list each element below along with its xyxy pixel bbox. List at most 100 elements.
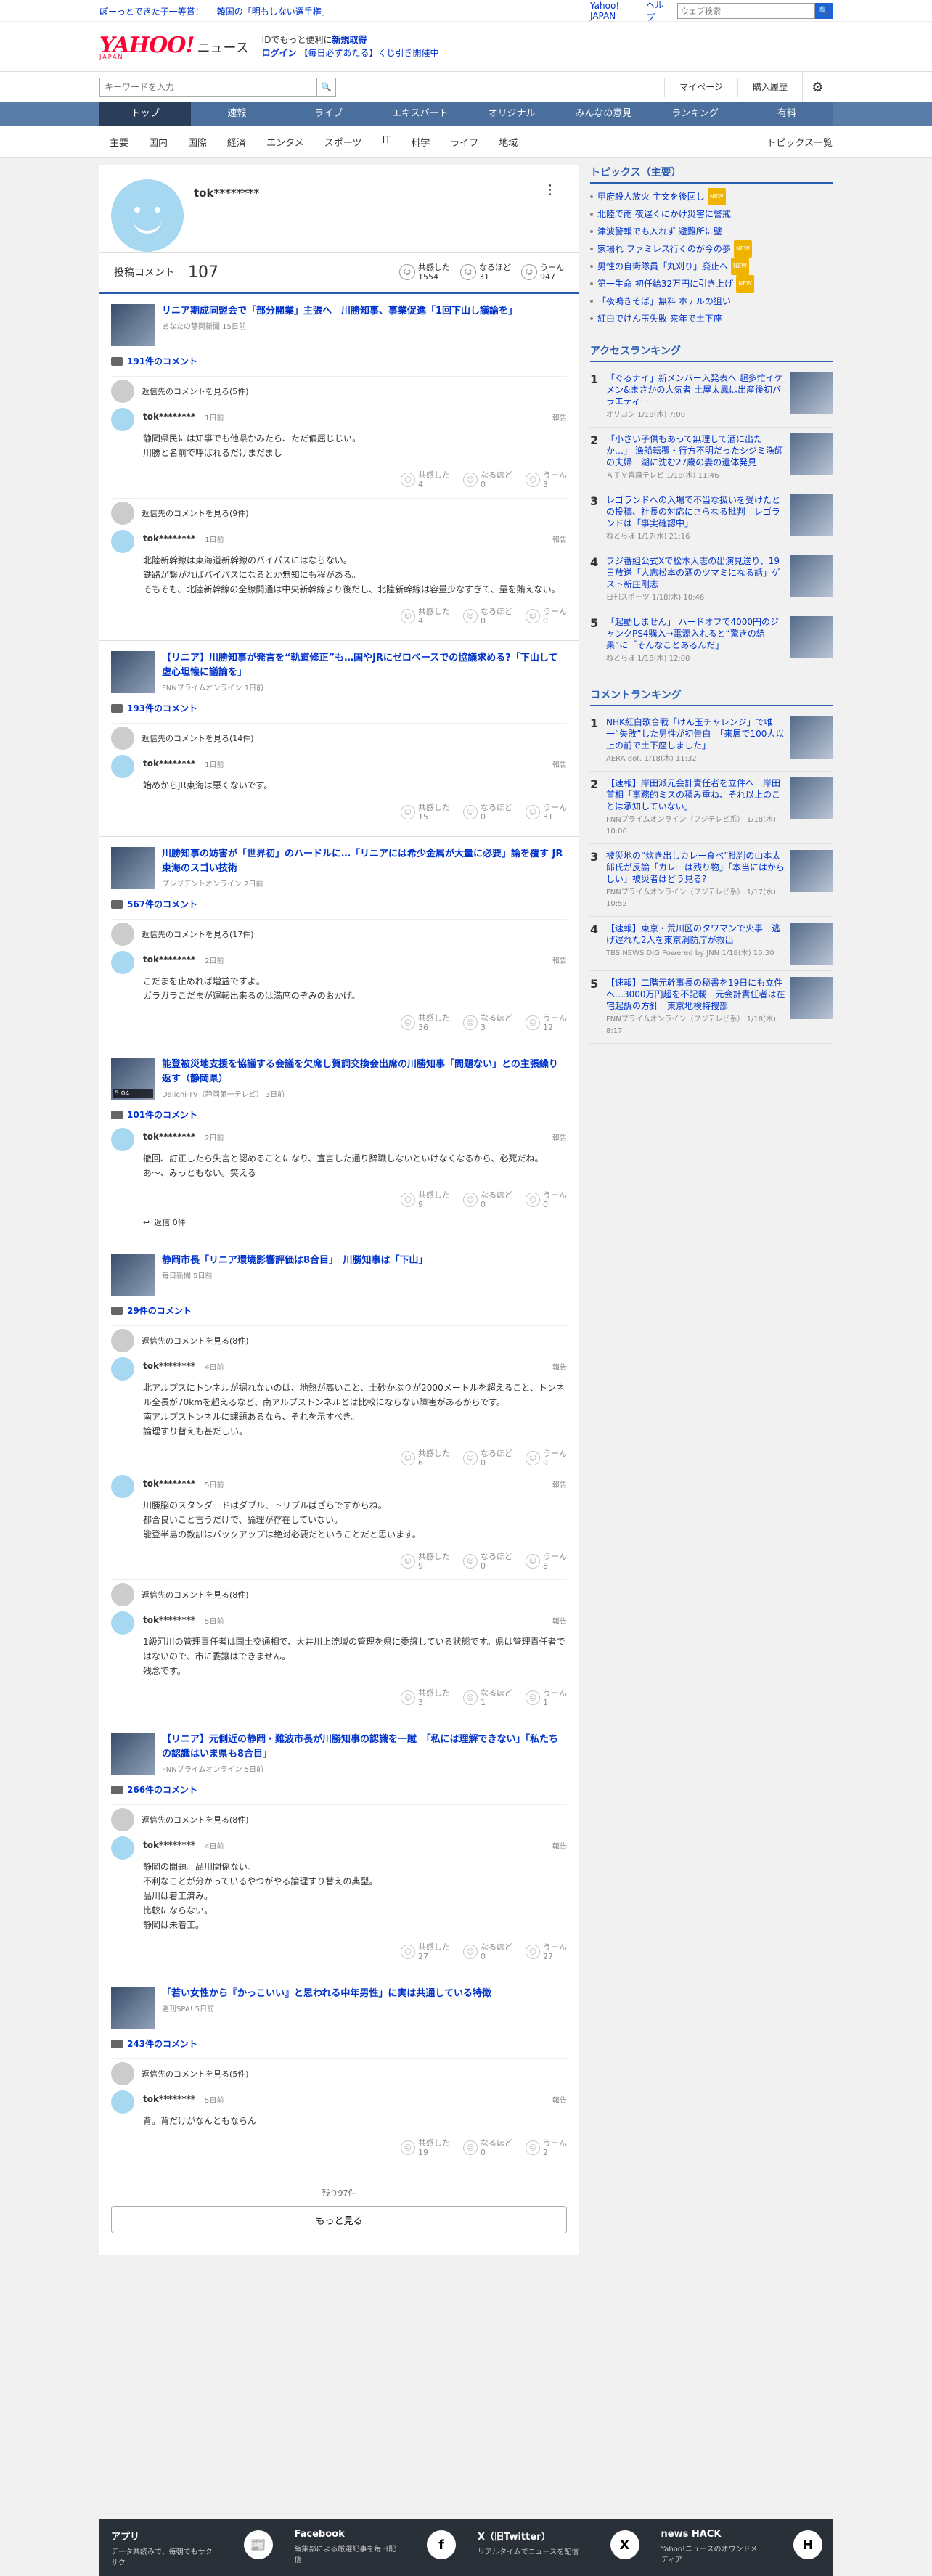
comment-author[interactable]: tok******** [143, 759, 195, 769]
sub-tab-4[interactable]: エンタメ [256, 135, 314, 149]
article-title[interactable]: 静岡市長「リニア環境影響評価は8合目」 川勝知事は「下山」 [162, 1254, 428, 1268]
search-icon[interactable]: 🔍 [317, 78, 336, 97]
tab-1[interactable]: 速報 [191, 102, 282, 126]
lottery-link[interactable]: 【毎日必ずあたる】くじ引き開催中 [300, 48, 439, 58]
comment-author[interactable]: tok******** [143, 1479, 195, 1489]
reaction-button[interactable]: ☺ うーん 31 [526, 803, 567, 822]
ranking-item[interactable]: 4 【速報】東京・荒川区のタワマンで火事 逃げ遅れた2人を東京消防庁が救出 TBS … [590, 917, 833, 971]
ranking-item[interactable]: 2 「小さい子供もあって無理して酒に出たか…」 漁船転覆・行方不明だったシジミ漁師… [590, 428, 833, 488]
view-parent-comment[interactable]: 返信先のコメントを見る(5件) [111, 376, 567, 403]
reaction-button[interactable]: ☺ 共感した 4 [401, 607, 450, 626]
article-title[interactable]: 「若い女性から『かっこいい』と思われる中年男性」に実は共通している特徴 [162, 1987, 491, 2001]
reaction-button[interactable]: ☺ なるほど 0 [463, 1449, 512, 1468]
reaction-button[interactable]: ☺ 共感した 6 [401, 1449, 450, 1468]
reaction-button[interactable]: ☺ なるほど 3 [463, 1013, 512, 1032]
signup-link[interactable]: 新規取得 [332, 35, 367, 45]
reaction-button[interactable]: ☺ なるほど 0 [463, 1190, 512, 1209]
comment-count-link[interactable]: 243件のコメント [111, 2037, 567, 2050]
sub-tab-0[interactable]: 主要 [99, 135, 139, 149]
sub-tab-9[interactable]: 地域 [489, 135, 528, 149]
tab-7[interactable]: 有料 [741, 102, 833, 126]
sub-tab-2[interactable]: 国際 [178, 135, 217, 149]
report-link[interactable]: 報告 [552, 2094, 567, 2105]
comment-author[interactable]: tok******** [143, 2094, 195, 2104]
reaction-button[interactable]: ☺ なるほど 0 [463, 607, 512, 626]
purchase-history-link[interactable]: 購入履歴 [737, 78, 802, 97]
topic-item[interactable]: 家場れ ファミレス行くのが今の夢 NEW [590, 240, 833, 258]
topic-item[interactable]: 第一生命 初任給32万円に引き上げ NEW [590, 275, 833, 293]
login-link[interactable]: ログイン [262, 48, 297, 58]
tab-3[interactable]: エキスパート [375, 102, 466, 126]
report-link[interactable]: 報告 [552, 1361, 567, 1372]
keyword-input[interactable] [99, 78, 317, 97]
topic-item[interactable]: 紅白でけん玉失敗 来年で土下座 [590, 310, 833, 327]
reaction-button[interactable]: ☺ なるほど 1 [463, 1688, 512, 1707]
comment-author[interactable]: tok******** [143, 1361, 195, 1371]
reaction-button[interactable]: ☺ うーん 0 [526, 607, 567, 626]
reaction-button[interactable]: ☺ 共感した 19 [401, 2138, 450, 2157]
reaction-button[interactable]: ☺ 共感した 15 [401, 803, 450, 822]
reaction-button[interactable]: ☺ なるほど 0 [463, 1942, 512, 1961]
footer-item[interactable]: news HACK Yahoo!ニュースのオウンドメディア H [650, 2519, 833, 2576]
help-link[interactable]: ヘルプ [646, 0, 667, 23]
yahoo-japan-link[interactable]: Yahoo! JAPAN [590, 1, 636, 21]
article-title[interactable]: 能登被災地支援を協議する会議を欠席し賀詞交換会出席の川勝知事「問題ない」との主張… [162, 1058, 567, 1087]
reaction-button[interactable]: ☺ なるほど 0 [463, 803, 512, 822]
article-thumbnail[interactable]: 5:04 [111, 1058, 155, 1100]
comment-author[interactable]: tok******** [143, 533, 195, 544]
reaction-button[interactable]: ☺ 共感した 4 [401, 470, 450, 489]
view-parent-comment[interactable]: 返信先のコメントを見る(17件) [111, 919, 567, 946]
article-thumbnail[interactable] [111, 304, 155, 346]
mypage-link[interactable]: マイページ [664, 78, 737, 97]
ranking-item[interactable]: 5 「起動しません」 ハードオフで4000円のジャンクPS4購入→電源入れると“驚… [590, 610, 833, 671]
topic-item[interactable]: 津波警報でも入れず 避難所に壁 [590, 223, 833, 240]
tab-5[interactable]: みんなの意見 [557, 102, 649, 126]
reaction-button[interactable]: ☺ うーん 1 [526, 1688, 567, 1707]
comment-count-link[interactable]: 193件のコメント [111, 702, 567, 714]
tab-4[interactable]: オリジナル [466, 102, 557, 126]
view-parent-comment[interactable]: 返信先のコメントを見る(9件) [111, 498, 567, 525]
view-parent-comment[interactable]: 返信先のコメントを見る(14件) [111, 723, 567, 750]
reaction-button[interactable]: ☺ 共感した 27 [401, 1942, 450, 1961]
reaction-button[interactable]: ☺ うーん 0 [526, 1190, 567, 1209]
ranking-item[interactable]: 5 【速報】二階元幹事長の秘書を19日にも立件へ…3000万円超を不記載 元会計責… [590, 971, 833, 1044]
article-title[interactable]: 【リニア】川勝知事が発言を“軌道修正”も…国やJRにゼロベースでの協議求める?「… [162, 651, 567, 680]
report-link[interactable]: 報告 [552, 412, 567, 422]
more-menu-icon[interactable]: ⋮ [544, 182, 557, 197]
footer-item[interactable]: アプリ データ共読みで、毎朝でもサクサク 📰 [99, 2519, 283, 2576]
tab-2[interactable]: ライブ [283, 102, 375, 126]
reaction-button[interactable]: ☺ なるほど 0 [463, 2138, 512, 2157]
comment-author[interactable]: tok******** [143, 1615, 195, 1625]
footer-item[interactable]: Facebook 編集部による厳選記事を毎日配信 f [283, 2519, 467, 2576]
comment-count-link[interactable]: 567件のコメント [111, 898, 567, 910]
topics-list-link[interactable]: トピックス一覧 [767, 135, 833, 149]
article-title[interactable]: 【リニア】元側近の静岡・難波市長が川勝知事の認識を一蹴 「私には理解できない」「… [162, 1733, 567, 1762]
search-icon[interactable]: 🔍 [815, 3, 833, 19]
load-more-button[interactable]: もっと見る [111, 2206, 567, 2233]
reaction-button[interactable]: ☺ うーん 8 [526, 1552, 567, 1571]
comment-author[interactable]: tok******** [143, 954, 195, 965]
report-link[interactable]: 報告 [552, 1479, 567, 1489]
reaction-button[interactable]: ☺ うーん 2 [526, 2138, 567, 2157]
sub-tab-1[interactable]: 国内 [139, 135, 178, 149]
reaction-button[interactable]: ☺ うーん 27 [526, 1942, 567, 1961]
reaction-button[interactable]: ☺ なるほど 0 [463, 1552, 512, 1571]
report-link[interactable]: 報告 [552, 533, 567, 544]
article-thumbnail[interactable] [111, 1987, 155, 2029]
ranking-item[interactable]: 1 「ぐるナイ」新メンバー入発表へ 超多忙イケメン&まさかの人気者 土屋太鳳は出産… [590, 367, 833, 428]
promo-link[interactable]: 韓国の「明もしない選手権」 [217, 7, 330, 17]
ranking-item[interactable]: 4 フジ番組公式Xで松本人志の出演見送り、19日放送「人志松本の酒のツマミになる話… [590, 549, 833, 610]
ranking-item[interactable]: 3 被災地の“炊き出しカレー食べ”批判の山本太郎氏が反論「カレーは残り物」「本当に… [590, 844, 833, 917]
sub-tab-3[interactable]: 経済 [217, 135, 256, 149]
article-title[interactable]: リニア期成同盟会で「部分開業」主張へ 川勝知事、事業促進「1回下山し議論を」 [162, 304, 518, 319]
reaction-button[interactable]: ☺ 共感した 9 [401, 1552, 450, 1571]
topic-item[interactable]: 甲府殺人放火 主文を後回し NEW [590, 188, 833, 205]
reaction-button[interactable]: ☺ なるほど 0 [463, 470, 512, 489]
view-parent-comment[interactable]: 返信先のコメントを見る(8件) [111, 1325, 567, 1352]
report-link[interactable]: 報告 [552, 1615, 567, 1626]
article-title[interactable]: 川勝知事の妨害が「世界初」のハードルに…「リニアには希少金属が大量に必要」論を覆… [162, 847, 567, 876]
sub-tab-8[interactable]: ライフ [440, 135, 489, 149]
gear-icon[interactable]: ⚙ [802, 72, 833, 102]
view-parent-comment[interactable]: 返信先のコメントを見る(5件) [111, 2058, 567, 2085]
report-link[interactable]: 報告 [552, 1132, 567, 1142]
